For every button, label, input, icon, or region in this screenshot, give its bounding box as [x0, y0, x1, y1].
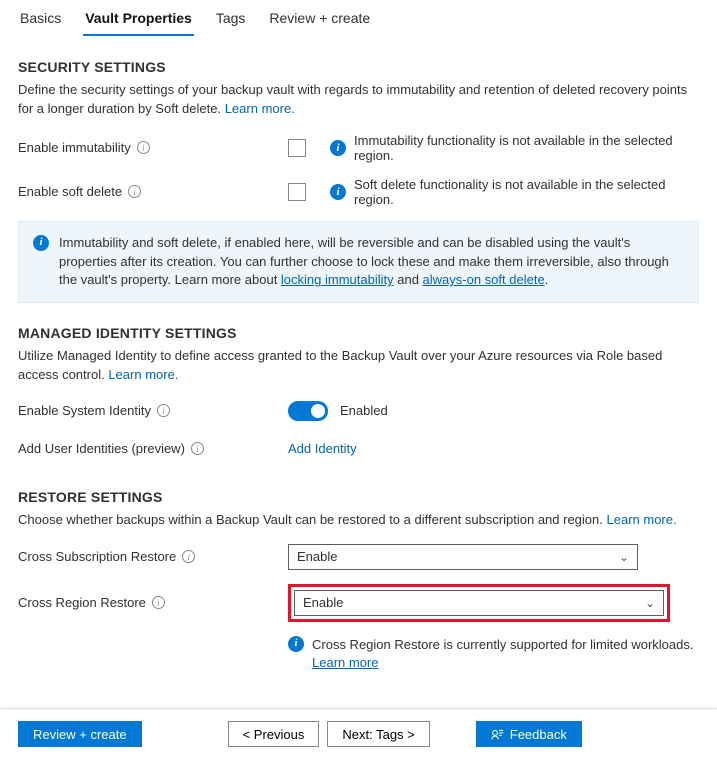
- immutability-label: Enable immutability: [18, 140, 131, 155]
- feedback-button[interactable]: Feedback: [476, 721, 582, 747]
- security-callout: i Immutability and soft delete, if enabl…: [18, 221, 699, 304]
- crr-learn-more-link[interactable]: Learn more: [312, 655, 378, 670]
- tab-bar: Basics Vault Properties Tags Review + cr…: [0, 0, 717, 37]
- info-icon: i: [288, 636, 304, 652]
- user-identities-label: Add User Identities (preview): [18, 441, 185, 456]
- info-icon: i: [330, 140, 346, 156]
- csr-select[interactable]: Enable ⌄: [288, 544, 638, 570]
- immutability-note: Immutability functionality is not availa…: [354, 133, 699, 163]
- info-icon[interactable]: i: [191, 442, 204, 455]
- system-identity-toggle-text: Enabled: [340, 403, 388, 418]
- info-icon[interactable]: i: [137, 141, 150, 154]
- chevron-down-icon: ⌄: [619, 550, 629, 564]
- tab-basics[interactable]: Basics: [18, 4, 63, 36]
- soft-delete-checkbox[interactable]: [288, 183, 306, 201]
- restore-desc: Choose whether backups within a Backup V…: [18, 511, 699, 530]
- soft-delete-note: Soft delete functionality is not availab…: [354, 177, 699, 207]
- restore-heading: RESTORE SETTINGS: [18, 489, 699, 505]
- add-identity-link[interactable]: Add Identity: [288, 441, 357, 456]
- crr-label: Cross Region Restore: [18, 595, 146, 610]
- identity-desc: Utilize Managed Identity to define acces…: [18, 347, 699, 385]
- system-identity-toggle[interactable]: [288, 401, 328, 421]
- info-icon[interactable]: i: [128, 185, 141, 198]
- always-on-soft-delete-link[interactable]: always-on soft delete: [423, 272, 545, 287]
- next-button[interactable]: Next: Tags >: [327, 721, 429, 747]
- previous-button[interactable]: < Previous: [228, 721, 320, 747]
- csr-label: Cross Subscription Restore: [18, 549, 176, 564]
- immutability-checkbox[interactable]: [288, 139, 306, 157]
- tab-review-create[interactable]: Review + create: [267, 4, 372, 36]
- tab-vault-properties[interactable]: Vault Properties: [83, 4, 194, 36]
- info-icon[interactable]: i: [182, 550, 195, 563]
- system-identity-label: Enable System Identity: [18, 403, 151, 418]
- locking-immutability-link[interactable]: locking immutability: [281, 272, 394, 287]
- security-heading: SECURITY SETTINGS: [18, 59, 699, 75]
- info-icon[interactable]: i: [157, 404, 170, 417]
- tab-tags[interactable]: Tags: [214, 4, 248, 36]
- info-icon[interactable]: i: [152, 596, 165, 609]
- footer-bar: Review + create < Previous Next: Tags > …: [0, 708, 717, 761]
- crr-select[interactable]: Enable ⌄: [294, 590, 664, 616]
- info-icon: i: [33, 235, 49, 251]
- identity-learn-more-link[interactable]: Learn more.: [108, 367, 178, 382]
- security-learn-more-link[interactable]: Learn more.: [225, 101, 295, 116]
- identity-heading: MANAGED IDENTITY SETTINGS: [18, 325, 699, 341]
- soft-delete-label: Enable soft delete: [18, 184, 122, 199]
- crr-note: i Cross Region Restore is currently supp…: [288, 636, 699, 672]
- review-create-button[interactable]: Review + create: [18, 721, 142, 747]
- security-desc: Define the security settings of your bac…: [18, 81, 699, 119]
- feedback-icon: [491, 728, 504, 741]
- chevron-down-icon: ⌄: [645, 596, 655, 610]
- info-icon: i: [330, 184, 346, 200]
- restore-learn-more-link[interactable]: Learn more.: [607, 512, 677, 527]
- crr-highlight: Enable ⌄: [288, 584, 670, 622]
